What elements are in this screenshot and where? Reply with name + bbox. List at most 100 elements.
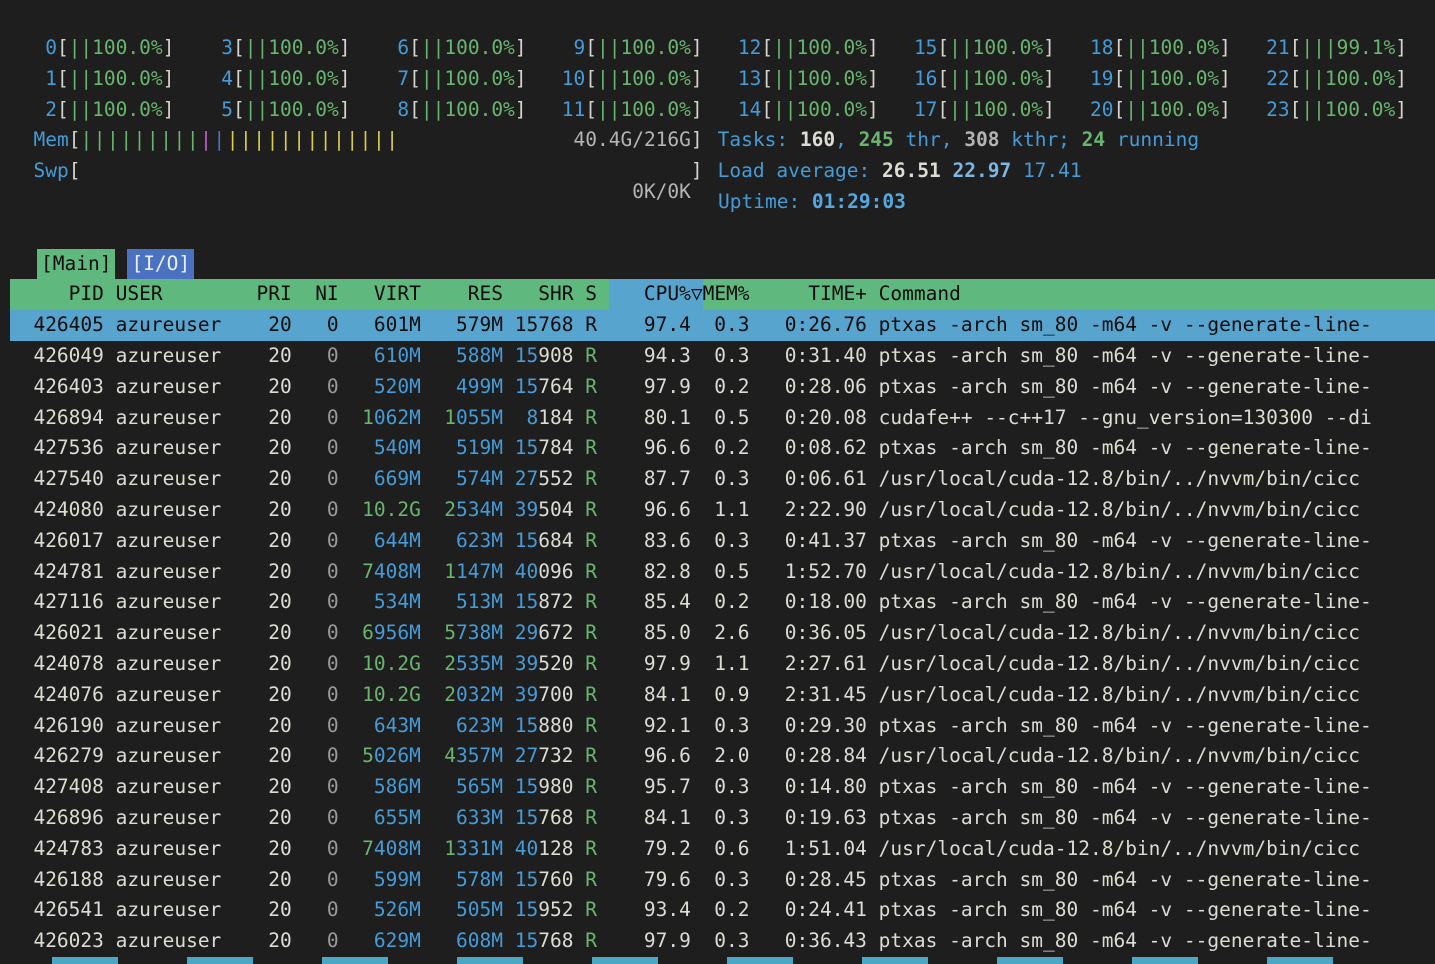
cpu-number: 18 — [1090, 33, 1113, 64]
column-header-shr[interactable]: SHR — [503, 279, 573, 310]
cell-mem: 0.3 — [703, 341, 750, 372]
cell-mem: 0.6 — [703, 834, 750, 865]
column-header-s[interactable]: S — [573, 279, 608, 310]
cpu-usage-percent: 100.0% — [444, 64, 514, 95]
process-row[interactable]: 426188azureuser200599M578M15760R79.60.30… — [10, 865, 1435, 896]
cpu-number: 23 — [1266, 95, 1289, 126]
cell-ni: 0 — [292, 495, 339, 526]
column-header-mem[interactable]: MEM% — [703, 279, 750, 310]
cell-user-part: azureuser — [116, 837, 222, 860]
fkey-item[interactable] — [1106, 957, 1241, 964]
cpu-usage-bars: || — [421, 95, 444, 126]
cell-state-part: R — [585, 929, 597, 952]
cell-res-part: 505M — [456, 898, 503, 921]
cell-virt: 10.2G — [339, 680, 421, 711]
fkey-item[interactable] — [296, 957, 431, 964]
cpu-usage-bars: || — [773, 33, 796, 64]
process-row[interactable]: 424076azureuser20010.2G2032M39700R84.10.… — [10, 680, 1435, 711]
column-header-virt[interactable]: VIRT — [339, 279, 421, 310]
column-header-cpu-sorted[interactable]: CPU% — [609, 279, 691, 310]
tab-io[interactable]: [I/O] — [127, 249, 194, 280]
cell-cpu-part: 84.1 — [644, 683, 691, 706]
fkey-item[interactable] — [431, 957, 566, 964]
cell-res-part: 519M — [456, 436, 503, 459]
cell-pri-part: 20 — [268, 652, 291, 675]
cell-mem-part: 0.3 — [714, 775, 749, 798]
fkey-item[interactable] — [701, 957, 836, 964]
cell-state: R — [573, 649, 608, 680]
process-row[interactable]: 426896azureuser200655M633M15768R84.10.30… — [10, 803, 1435, 834]
column-header-pid[interactable]: PID — [10, 279, 104, 310]
process-row[interactable]: 427540azureuser200669M574M27552R87.70.30… — [10, 464, 1435, 495]
process-row[interactable]: 424781azureuser2007408M1147M40096R82.80.… — [10, 557, 1435, 588]
cell-shr: 15768 — [503, 803, 573, 834]
column-header-user[interactable]: USER — [116, 279, 233, 310]
cell-user-part: azureuser — [116, 344, 222, 367]
meter-close-bracket: ] — [1395, 33, 1407, 64]
cell-virt: 610M — [339, 341, 421, 372]
cell-virt-part: 6 — [362, 621, 374, 644]
cell-command: /usr/local/cuda-12.8/bin/../nvvm/bin/cic… — [867, 741, 1435, 772]
meter-close-bracket: ] — [163, 33, 175, 64]
cpu-meter-content: ||100.0% — [1301, 95, 1395, 126]
cell-mem-part: 0.2 — [714, 898, 749, 921]
cell-state-part: R — [585, 467, 597, 490]
process-row[interactable]: 426017azureuser200644M623M15684R83.60.30… — [10, 526, 1435, 557]
tab-main[interactable]: [Main] — [37, 249, 115, 280]
fkey-item[interactable] — [161, 957, 296, 964]
process-row[interactable]: 424783azureuser2007408M1331M40128R79.20.… — [10, 834, 1435, 865]
cell-command-part: ptxas -arch sm_80 -m64 -v --generate-lin… — [879, 929, 1372, 952]
cell-pid: 427408 — [10, 772, 104, 803]
cell-time-part: 2:22.90 — [785, 498, 867, 521]
cpu-meter-21: 21[|||99.1%] — [1266, 33, 1435, 64]
cell-virt-part: 534M — [374, 590, 421, 613]
cpu-number: 20 — [1090, 95, 1113, 126]
cpu-meter-content: ||100.0% — [773, 64, 867, 95]
process-row[interactable]: 427408azureuser200586M565M15980R95.70.30… — [10, 772, 1435, 803]
process-row[interactable]: 426279azureuser2005026M4357M27732R96.62.… — [10, 741, 1435, 772]
process-row[interactable]: 427116azureuser200534M513M15872R85.40.20… — [10, 587, 1435, 618]
cell-shr-part: 908 — [538, 344, 573, 367]
process-row[interactable]: 426403azureuser200520M499M15764R97.90.20… — [10, 372, 1435, 403]
cell-cpu: 80.1 — [609, 403, 691, 434]
process-row[interactable]: 426190azureuser200643M623M15880R92.10.30… — [10, 711, 1435, 742]
fkey-item[interactable] — [1241, 957, 1376, 964]
meter-close-bracket: ] — [691, 128, 703, 151]
column-header-pri[interactable]: PRI — [233, 279, 292, 310]
cell-gap — [104, 372, 116, 403]
cpu-meter-13: 13[||100.0%] — [738, 64, 914, 95]
cell-gap — [691, 772, 703, 803]
cell-time-part: 1:52.70 — [785, 560, 867, 583]
process-row[interactable]: 424080azureuser20010.2G2534M39504R96.61.… — [10, 495, 1435, 526]
process-row[interactable]: 426021azureuser2006956M5738M29672R85.02.… — [10, 618, 1435, 649]
column-header-ni[interactable]: NI — [292, 279, 339, 310]
cell-state: R — [573, 772, 608, 803]
fkey-item[interactable] — [971, 957, 1106, 964]
fkey-item[interactable] — [836, 957, 971, 964]
column-header-time[interactable]: TIME+ — [750, 279, 867, 310]
process-row[interactable]: 426023azureuser200629M608M15768R97.90.30… — [10, 926, 1435, 957]
cell-state-part: R — [585, 313, 597, 336]
column-header-command[interactable]: Command — [867, 279, 1435, 310]
process-row[interactable]: 427536azureuser200540M519M15784R96.60.20… — [10, 433, 1435, 464]
cpu-number: 10 — [562, 64, 585, 95]
process-row[interactable]: 424078azureuser20010.2G2535M39520R97.91.… — [10, 649, 1435, 680]
process-row-selected[interactable]: 426405azureuser200601M579M15768R97.40.30… — [10, 310, 1435, 341]
text-segment: 24 — [1082, 128, 1105, 151]
cell-time: 0:14.80 — [750, 772, 867, 803]
cell-pri: 20 — [233, 865, 292, 896]
cell-ni: 0 — [292, 680, 339, 711]
process-row[interactable]: 426541azureuser200526M505M15952R93.40.20… — [10, 895, 1435, 926]
process-row[interactable]: 426894azureuser2001062M1055M8184R80.10.5… — [10, 403, 1435, 434]
fkey-item[interactable] — [566, 957, 701, 964]
fkey-label — [322, 957, 388, 964]
cell-gap — [104, 680, 116, 711]
column-header-res[interactable]: RES — [421, 279, 503, 310]
cell-cpu: 97.9 — [609, 649, 691, 680]
process-row[interactable]: 426049azureuser200610M588M15908R94.30.30… — [10, 341, 1435, 372]
fkey-item[interactable] — [26, 957, 161, 964]
cell-pri: 20 — [233, 618, 292, 649]
cpu-meter-9: 9[||100.0%] — [562, 33, 738, 64]
cell-virt: 601M — [339, 310, 421, 341]
cell-gap — [691, 557, 703, 588]
